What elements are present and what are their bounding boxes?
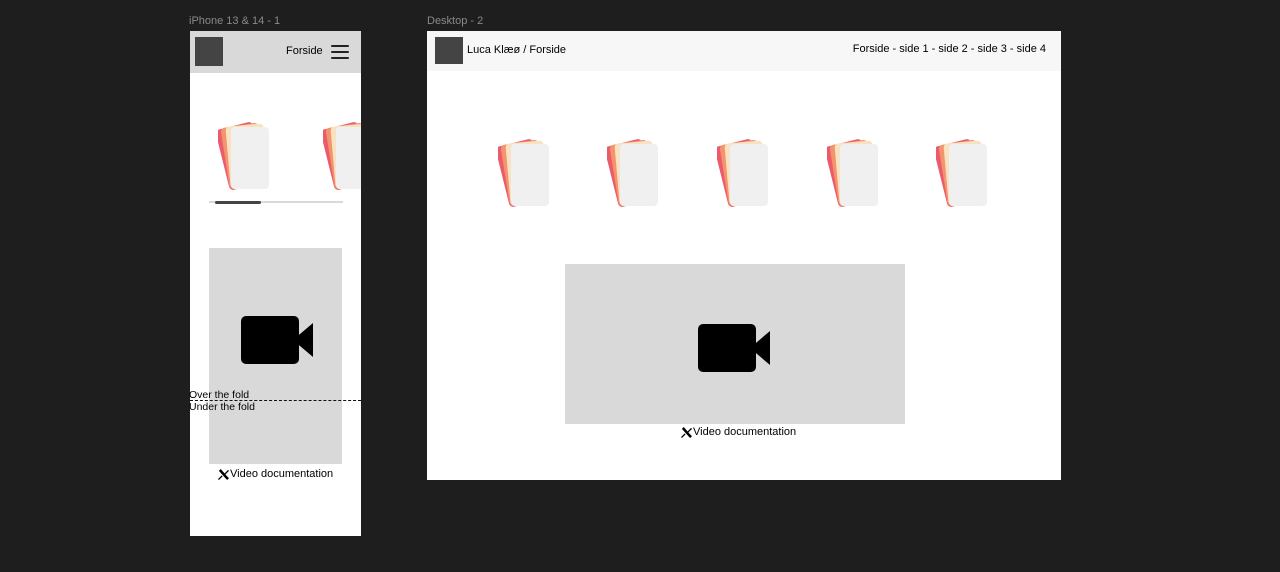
- logo-placeholder[interactable]: [435, 37, 463, 64]
- card-stack-icon[interactable]: [717, 138, 773, 210]
- video-placeholder[interactable]: [565, 264, 905, 424]
- carousel-scrollbar-thumb[interactable]: [215, 200, 261, 204]
- under-the-fold-label: Under the fold: [189, 401, 255, 413]
- desktop-nav[interactable]: Forside - side 1 - side 2 - side 3 - sid…: [853, 43, 1046, 55]
- desktop-header: Luca Klæø / Forside Forside - side 1 - s…: [427, 31, 1061, 71]
- breadcrumb[interactable]: Luca Klæø / Forside: [467, 44, 566, 56]
- hamburger-menu-icon[interactable]: [331, 44, 349, 59]
- card-stack-icon[interactable]: [498, 138, 554, 210]
- mobile-frame-label[interactable]: iPhone 13 & 14 - 1: [189, 15, 280, 27]
- desktop-frame: Luca Klæø / Forside Forside - side 1 - s…: [427, 31, 1061, 480]
- video-caption: Video documentation: [218, 468, 333, 480]
- tools-icon: [218, 468, 229, 480]
- tools-icon: [681, 426, 692, 438]
- desktop-frame-label[interactable]: Desktop - 2: [427, 15, 483, 27]
- carousel-scrollbar[interactable]: [209, 200, 343, 204]
- card-stack-icon[interactable]: [936, 138, 992, 210]
- video-caption-text: Video documentation: [230, 468, 334, 480]
- card-stack-icon[interactable]: [607, 138, 663, 210]
- card-stack-icon[interactable]: [827, 138, 883, 210]
- mobile-header: Forside: [190, 31, 361, 73]
- mobile-page-title: Forside: [286, 45, 323, 57]
- card-stack-icon[interactable]: [323, 121, 361, 193]
- logo-placeholder[interactable]: [195, 37, 223, 66]
- video-camera-icon: [241, 316, 313, 364]
- card-stack-icon[interactable]: [218, 121, 274, 193]
- video-caption: Video documentation: [681, 426, 796, 438]
- video-camera-icon: [698, 324, 770, 372]
- video-placeholder[interactable]: [209, 248, 342, 464]
- mobile-frame: Forside Video documentation: [190, 31, 361, 536]
- video-caption-text: Video documentation: [693, 426, 797, 438]
